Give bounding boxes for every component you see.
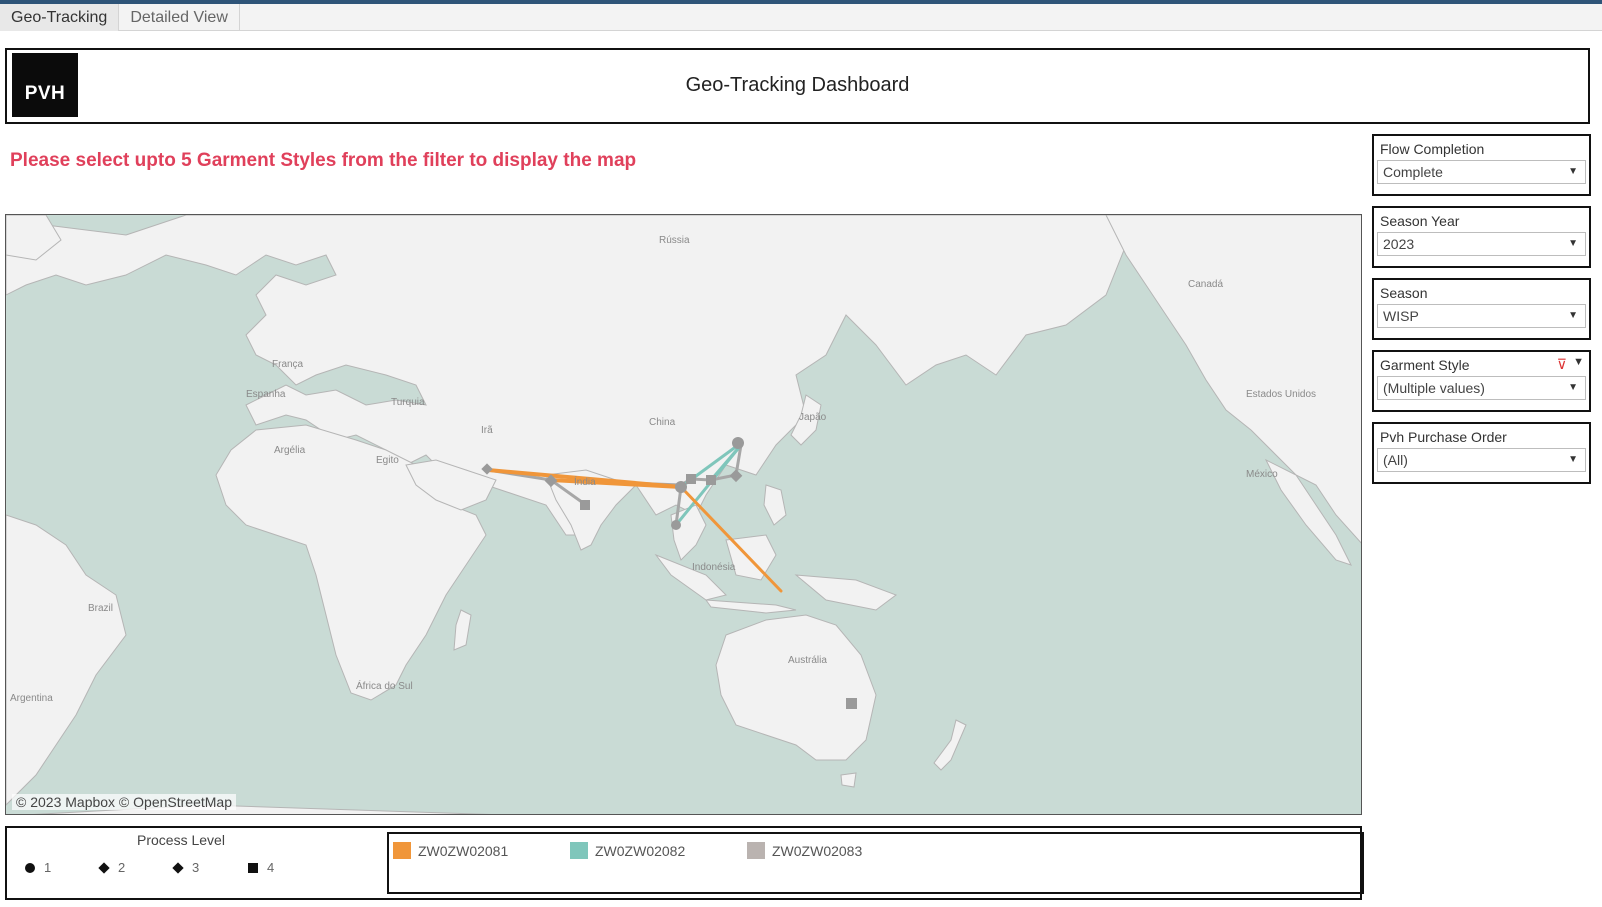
map-label-russia: Rússia bbox=[659, 235, 690, 246]
legend-item-zw0zw02081[interactable]: ZW0ZW02081 bbox=[393, 842, 508, 859]
legend-area: Process Level 1 2 3 4 ZW0ZW02081 ZW0ZW02… bbox=[5, 826, 1364, 900]
landmass-north-america bbox=[1105, 215, 1361, 544]
season-dropdown[interactable]: WISP ▼ bbox=[1377, 304, 1586, 328]
marker-square-3 bbox=[706, 475, 716, 485]
geo-map[interactable]: Rússia Canadá França Espanha Turquia Irã… bbox=[5, 214, 1362, 815]
filter-purchase-order: Pvh Purchase Order (All) ▼ bbox=[1372, 422, 1591, 484]
process-level-title: Process Level bbox=[137, 832, 225, 848]
selection-notice: Please select upto 5 Garment Styles from… bbox=[10, 150, 637, 171]
legend-label: ZW0ZW02082 bbox=[595, 842, 686, 859]
map-label-australia: Austrália bbox=[788, 655, 827, 666]
marker-circle-3 bbox=[671, 520, 681, 530]
tab-detailed-view[interactable]: Detailed View bbox=[119, 4, 240, 31]
tab-geo-tracking[interactable]: Geo-Tracking bbox=[0, 4, 120, 31]
diamond-icon bbox=[98, 861, 110, 874]
map-label-mexico: México bbox=[1246, 469, 1278, 480]
marker-square-1 bbox=[580, 500, 590, 510]
legend-item-zw0zw02083[interactable]: ZW0ZW02083 bbox=[747, 842, 862, 859]
tab-bar: Geo-Tracking Detailed View bbox=[0, 4, 1602, 31]
map-label-usa: Estados Unidos bbox=[1246, 389, 1316, 400]
dropdown-value: (All) bbox=[1383, 452, 1408, 468]
landmass-australia bbox=[715, 614, 877, 761]
dropdown-arrow-icon: ▼ bbox=[1568, 166, 1578, 177]
filter-label: Flow Completion bbox=[1380, 141, 1485, 157]
process-level-legend: Process Level 1 2 3 4 bbox=[22, 832, 322, 894]
landmass-philippines bbox=[763, 484, 787, 526]
dropdown-value: (Multiple values) bbox=[1383, 380, 1485, 396]
legend-label: 3 bbox=[192, 860, 200, 875]
legend-label: ZW0ZW02083 bbox=[772, 842, 863, 859]
marker-square-4 bbox=[846, 698, 857, 709]
filter-label: Season Year bbox=[1380, 213, 1460, 229]
map-label-argentina: Argentina bbox=[10, 693, 53, 704]
map-label-algeria: Argélia bbox=[274, 445, 306, 456]
legend-item-level-4[interactable]: 4 bbox=[247, 860, 274, 875]
marker-diamond-3 bbox=[729, 469, 743, 483]
flow-completion-dropdown[interactable]: Complete ▼ bbox=[1377, 160, 1586, 184]
filter-label: Pvh Purchase Order bbox=[1380, 429, 1507, 445]
legend-label: 2 bbox=[118, 860, 126, 875]
landmass-new-guinea bbox=[794, 574, 898, 611]
dashboard-title: Geo-Tracking Dashboard bbox=[685, 74, 910, 96]
filter-garment-style: Garment Style ⊽ ▼ (Multiple values) ▼ bbox=[1372, 350, 1591, 412]
color-swatch bbox=[393, 842, 411, 859]
dropdown-value: 2023 bbox=[1383, 236, 1415, 252]
marker-circle-1 bbox=[675, 481, 687, 493]
marker-circle-2 bbox=[732, 437, 744, 449]
filter-panel: Flow Completion Complete ▼ Season Year 2… bbox=[1372, 134, 1591, 494]
filter-label: Garment Style bbox=[1380, 357, 1470, 373]
filter-season-year: Season Year 2023 ▼ bbox=[1372, 206, 1591, 268]
map-canvas: Rússia Canadá França Espanha Turquia Irã… bbox=[6, 215, 1361, 814]
legend-label: 1 bbox=[44, 860, 52, 875]
landmass-madagascar bbox=[453, 609, 472, 651]
dropdown-value: WISP bbox=[1383, 308, 1419, 324]
landmass-java bbox=[704, 599, 797, 614]
landmass-tasmania bbox=[840, 772, 857, 788]
filter-season: Season WISP ▼ bbox=[1372, 278, 1591, 340]
map-label-iran: Irã bbox=[481, 425, 493, 436]
dropdown-arrow-icon: ▼ bbox=[1568, 382, 1578, 393]
season-year-dropdown[interactable]: 2023 ▼ bbox=[1377, 232, 1586, 256]
legend-item-level-2[interactable]: 2 bbox=[98, 860, 125, 875]
square-icon bbox=[248, 862, 258, 873]
landmass-south-america bbox=[6, 514, 127, 806]
legend-label: 4 bbox=[267, 860, 275, 875]
legend-item-level-3[interactable]: 3 bbox=[172, 860, 199, 875]
dashboard-header: PVH Geo-Tracking Dashboard bbox=[5, 48, 1590, 124]
map-label-indonesia: Indonésia bbox=[692, 562, 736, 573]
clear-filter-icon[interactable]: ⊽ bbox=[1557, 356, 1567, 373]
marker-square-2 bbox=[686, 474, 696, 484]
circle-icon bbox=[25, 862, 35, 873]
landmass-new-zealand bbox=[933, 719, 967, 771]
purchase-order-dropdown[interactable]: (All) ▼ bbox=[1377, 448, 1586, 472]
legend-item-zw0zw02082[interactable]: ZW0ZW02082 bbox=[570, 842, 685, 859]
map-label-japan: Japão bbox=[799, 412, 827, 423]
map-label-china: China bbox=[649, 417, 676, 428]
legend-item-level-1[interactable]: 1 bbox=[24, 860, 51, 875]
map-attribution[interactable]: © 2023 Mapbox © OpenStreetMap bbox=[12, 794, 236, 810]
legend-label: ZW0ZW02081 bbox=[418, 842, 509, 859]
map-label-india: Índia bbox=[574, 475, 596, 488]
map-label-south-africa: África do Sul bbox=[356, 679, 413, 692]
map-label-egypt: Egito bbox=[376, 455, 399, 466]
color-swatch bbox=[570, 842, 588, 859]
map-label-spain: Espanha bbox=[246, 389, 286, 400]
dropdown-arrow-icon: ▼ bbox=[1568, 310, 1578, 321]
map-label-brazil: Brazil bbox=[88, 603, 113, 614]
dropdown-value: Complete bbox=[1383, 164, 1443, 180]
map-label-turkey: Turquia bbox=[391, 397, 425, 408]
map-label-france: França bbox=[272, 359, 304, 370]
color-swatch bbox=[747, 842, 765, 859]
garment-style-dropdown[interactable]: (Multiple values) ▼ bbox=[1377, 376, 1586, 400]
diamond-icon bbox=[172, 861, 184, 874]
filter-label: Season bbox=[1380, 285, 1428, 301]
dropdown-arrow-icon: ▼ bbox=[1568, 454, 1578, 465]
filter-flow-completion: Flow Completion Complete ▼ bbox=[1372, 134, 1591, 196]
map-label-canada: Canadá bbox=[1188, 279, 1223, 290]
garment-style-legend: ZW0ZW02081 ZW0ZW02082 ZW0ZW02083 bbox=[387, 832, 1364, 894]
filter-menu-icon[interactable]: ▼ bbox=[1573, 356, 1584, 368]
dropdown-arrow-icon: ▼ bbox=[1568, 238, 1578, 249]
